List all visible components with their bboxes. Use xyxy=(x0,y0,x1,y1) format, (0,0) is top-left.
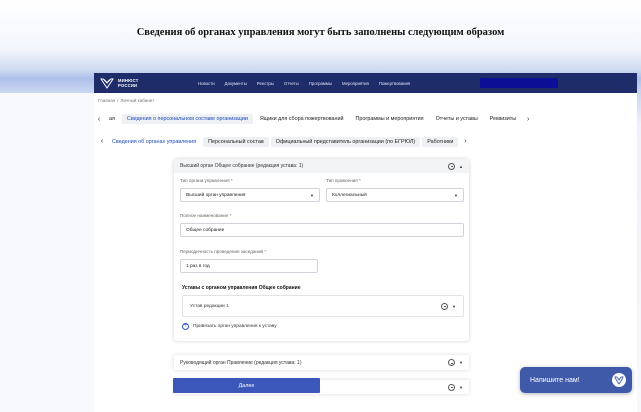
governing-body-card: Высший орган Общее собрание (редакция ус… xyxy=(174,159,469,341)
dropdown-caret-icon: ▼ xyxy=(310,192,314,198)
charter-item[interactable]: Устав редакции 1 ▼ xyxy=(182,295,464,317)
eagle-logo-icon xyxy=(100,78,114,89)
nav-events[interactable]: Мероприятия xyxy=(342,81,369,86)
tab-reports-charters[interactable]: Отчеты и уставы xyxy=(431,114,483,124)
dropdown-caret-icon: ▼ xyxy=(454,192,458,198)
remove-icon[interactable] xyxy=(441,302,449,310)
breadcrumb-current: Личный кабинет xyxy=(120,98,155,103)
chevron-up-icon[interactable]: ▲ xyxy=(459,164,463,169)
plus-circle-icon: + xyxy=(182,323,189,330)
ministry-logo[interactable]: МИНЮСТ РОССИИ xyxy=(100,77,176,89)
chat-logo-icon xyxy=(612,373,626,387)
chevron-down-icon[interactable]: ▼ xyxy=(459,360,463,365)
chat-widget-button[interactable]: Напишите нам! xyxy=(520,367,632,393)
card-title: Высший орган Общее собрание (редакция ус… xyxy=(180,163,304,169)
instruction-banner: Сведения об органах управления могут быт… xyxy=(136,27,505,38)
logo-line-2: РОССИИ xyxy=(118,83,138,88)
tab-personal-composition[interactable]: Сведения о персональном составе организа… xyxy=(121,114,253,124)
card-header[interactable]: Высший орган Общее собрание (редакция ус… xyxy=(174,159,469,173)
charters-title: Уставы с органом управления Общее собран… xyxy=(182,285,301,291)
tab-programs-events[interactable]: Программы и мероприятия xyxy=(351,114,429,124)
tab-requisites[interactable]: Реквизиты xyxy=(485,114,521,124)
period-input[interactable]: 1 раз в год xyxy=(180,259,318,273)
remove-icon[interactable] xyxy=(448,162,456,170)
redacted-account-box[interactable] xyxy=(480,78,558,88)
tab-employees[interactable]: Работники xyxy=(422,136,459,147)
chevron-left-icon[interactable]: ‹ xyxy=(97,138,107,145)
nav-donations[interactable]: Пожертвования xyxy=(379,81,410,86)
mgmt-type-label: Тип правления * xyxy=(326,178,361,183)
full-name-label: Полное наименование * xyxy=(180,213,232,218)
tab-official-representative[interactable]: Официальный представитель организации (п… xyxy=(270,136,421,147)
tab-donation-boxes[interactable]: Ящики для сбора пожертвований xyxy=(255,114,349,124)
primary-tabs: ‹ ая Сведения о персональном составе орг… xyxy=(94,112,533,126)
type-select[interactable]: Высший орган управления ▼ xyxy=(180,188,320,202)
nav-news[interactable]: Новости xyxy=(198,81,215,86)
card2-title: Руководящий орган Правление (редакция ус… xyxy=(180,359,302,366)
type-label: Тип органа управления * xyxy=(180,178,233,183)
nav-reports[interactable]: Отчеты xyxy=(284,81,299,86)
next-button[interactable]: Далее xyxy=(173,378,320,393)
nav-documents[interactable]: Документы xyxy=(225,81,247,86)
breadcrumb: Главная / Личный кабинет xyxy=(98,98,155,103)
nav-programs[interactable]: Программы xyxy=(309,81,332,86)
site-header: МИНЮСТ РОССИИ Новости Документы Реестры … xyxy=(94,73,637,93)
main-nav: Новости Документы Реестры Отчеты Програм… xyxy=(198,81,420,86)
chat-label: Напишите нам! xyxy=(530,376,580,384)
nav-registries[interactable]: Реестры xyxy=(257,81,274,86)
main-content: Главная / Личный кабинет ‹ ая Сведения о п… xyxy=(94,93,637,412)
full-name-input[interactable]: Общее собрание xyxy=(180,223,464,237)
mgmt-type-select[interactable]: Коллегиальный ▼ xyxy=(326,188,464,202)
management-body-card[interactable]: Руководящий орган Правление (редакция ус… xyxy=(174,355,469,370)
breadcrumb-home[interactable]: Главная xyxy=(98,98,115,103)
period-label: Периодичность проведения заседаний * xyxy=(180,249,267,254)
tab-partial[interactable]: ая xyxy=(104,114,120,124)
remove-icon[interactable] xyxy=(448,359,456,366)
tab-personnel[interactable]: Персональный состав xyxy=(203,136,269,147)
page-background xyxy=(0,93,94,412)
chevron-right-icon[interactable]: › xyxy=(523,116,533,123)
tab-governing-bodies[interactable]: Сведения об органах управления xyxy=(107,137,201,147)
chevron-down-icon[interactable]: ▼ xyxy=(452,304,456,309)
remove-icon[interactable] xyxy=(448,383,456,391)
chevron-down-icon[interactable]: ▼ xyxy=(459,385,463,390)
chevron-left-icon[interactable]: ‹ xyxy=(94,116,104,123)
chevron-right-icon[interactable]: › xyxy=(460,138,470,145)
secondary-tabs: ‹ Сведения об органах управления Персона… xyxy=(97,135,470,148)
attach-to-charter-link[interactable]: + Привязать орган управления к уставу xyxy=(182,323,277,330)
